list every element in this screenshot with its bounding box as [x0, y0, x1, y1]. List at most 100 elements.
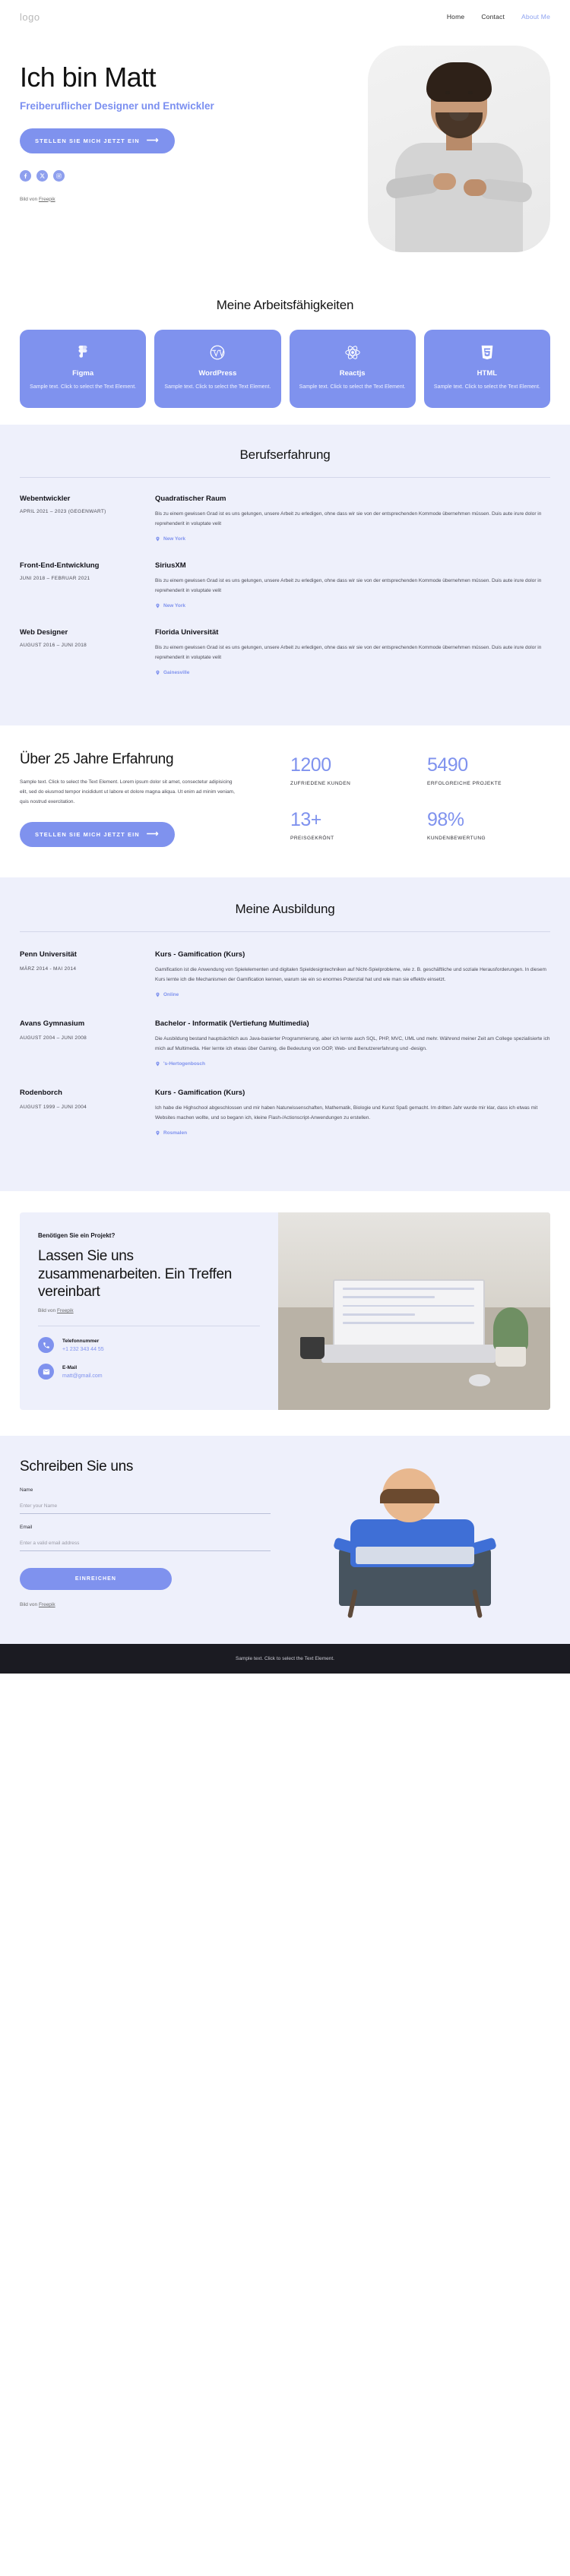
cta-card: Benötigen Sie ein Projekt? Lassen Sie un… [20, 1212, 550, 1411]
hire-me-button-secondary[interactable]: STELLEN SIE MICH JETZT EIN ⟶ [20, 821, 175, 847]
contact-email-value: matt@gmail.com [62, 1373, 103, 1379]
experience-role: Front-End-Entwicklung [20, 561, 100, 570]
name-label: Name [20, 1487, 33, 1493]
education-location: Online [155, 991, 550, 998]
education-course: Bachelor - Informatik (Vertiefung Multim… [155, 1019, 309, 1028]
skill-name: Reactjs [339, 369, 366, 378]
experience-item: Webentwickler APRIL 2021 – 2023 (GEGENWA… [20, 495, 550, 542]
contact-phone-value: +1 232 343 44 55 [62, 1346, 104, 1352]
experience-title: Berufserfahrung [239, 447, 331, 462]
stat-item: 1200 ZUFRIEDENE KUNDEN [290, 754, 413, 792]
stat-label: KUNDENBEWERTUNG [427, 835, 486, 841]
experience-item: Front-End-Entwicklung JUNI 2018 – FEBRUA… [20, 561, 550, 609]
experience-location: New York [155, 536, 550, 542]
nav-item-about-me[interactable]: About Me [521, 13, 550, 21]
form-credit-link[interactable]: Freepik [39, 1602, 55, 1607]
form-credit-prefix: Bild von [20, 1602, 39, 1608]
stats-section: Über 25 Jahre Erfahrung Sample text. Cli… [0, 725, 570, 877]
education-course: Kurs - Gamification (Kurs) [155, 1088, 245, 1097]
education-item: Penn Universität MÄRZ 2014 - MAI 2014 Ku… [20, 950, 550, 998]
nav-item-contact[interactable]: Contact [481, 13, 505, 21]
name-input[interactable] [20, 1500, 271, 1515]
hire-me-button[interactable]: STELLEN SIE MICH JETZT EIN ⟶ [20, 128, 175, 153]
skill-name: HTML [477, 369, 498, 378]
wordpress-icon [163, 343, 271, 362]
skills-section: Meine Arbeitsfähigkeiten Figma Sample te… [0, 272, 570, 425]
education-school: Penn Universität [20, 950, 77, 959]
skill-card-reactjs[interactable]: Reactjs Sample text. Click to select the… [289, 330, 416, 408]
cta-title: Lassen Sie uns zusammenarbeiten. Ein Tre… [38, 1247, 232, 1301]
main-nav: Home Contact About Me [447, 13, 550, 21]
education-item: Avans Gymnasium AUGUST 2004 – JUNI 2008 … [20, 1019, 550, 1067]
submit-button[interactable]: EINREICHEN [20, 1568, 172, 1591]
form-image-credit: Bild von Freepik [20, 1602, 271, 1607]
arrow-right-icon: ⟶ [146, 135, 160, 145]
contact-email[interactable]: E-Mail matt@gmail.com [38, 1364, 260, 1380]
x-twitter-icon[interactable] [36, 169, 48, 182]
education-title: Meine Ausbildung [235, 901, 335, 916]
stat-label: ZUFRIEDENE KUNDEN [290, 780, 351, 786]
education-description: Ich habe die Highschool abgeschlossen un… [155, 1105, 538, 1120]
instagram-icon[interactable] [53, 169, 65, 182]
location-pin-icon [156, 992, 160, 997]
skills-grid: Figma Sample text. Click to select the T… [20, 330, 550, 408]
stats-intro: Über 25 Jahre Erfahrung Sample text. Cli… [20, 751, 271, 847]
figma-icon [29, 343, 137, 362]
cta-content: Benötigen Sie ein Projekt? Lassen Sie un… [20, 1212, 278, 1410]
skill-card-wordpress[interactable]: WordPress Sample text. Click to select t… [154, 330, 281, 408]
skill-card-figma[interactable]: Figma Sample text. Click to select the T… [20, 330, 147, 408]
experience-location: New York [155, 602, 550, 609]
experience-location: Gainesville [155, 669, 550, 676]
education-item: Rodenborch AUGUST 1999 – JUNI 2004 Kurs … [20, 1089, 550, 1136]
experience-company: SiriusXM [155, 561, 186, 570]
hero-credit-link[interactable]: Freepik [39, 197, 55, 202]
cta-image [278, 1212, 550, 1411]
hero-image-credit: Bild von Freepik [20, 197, 301, 202]
facebook-icon[interactable] [20, 169, 31, 182]
hero-subtitle: Freiberuflicher Designer und Entwickler [20, 100, 214, 112]
stat-value: 1200 [290, 754, 331, 776]
experience-dates: APRIL 2021 – 2023 (GEGENWART) [20, 508, 106, 514]
arrow-right-icon: ⟶ [146, 829, 160, 839]
experience-description: Bis zu einem gewissen Grad ist es uns ge… [155, 577, 542, 593]
stat-label: ERFOLGREICHE PROJEKTE [427, 780, 502, 786]
experience-item: Web Designer AUGUST 2016 – JUNI 2018 Flo… [20, 628, 550, 676]
social-links [20, 169, 301, 182]
nav-item-home[interactable]: Home [447, 13, 464, 21]
field-name: Name [20, 1487, 271, 1515]
email-input[interactable] [20, 1537, 271, 1552]
divider [20, 476, 550, 478]
education-location-label: Rosmalen [163, 1130, 188, 1136]
experience-location-label: New York [163, 536, 186, 542]
stat-value: 98% [427, 808, 464, 830]
experience-dates: AUGUST 2016 – JUNI 2018 [20, 642, 87, 648]
react-icon [299, 343, 407, 362]
location-pin-icon [156, 603, 160, 608]
hero-section: Ich bin Matt Freiberuflicher Designer un… [0, 33, 570, 272]
logo[interactable]: logo [20, 11, 40, 23]
stats-heading: Über 25 Jahre Erfahrung [20, 751, 174, 767]
education-description: Die Ausbildung bestand hauptsächlich aus… [155, 1035, 550, 1051]
experience-role: Web Designer [20, 627, 68, 637]
portrait-figure [368, 46, 550, 252]
stat-value: 5490 [427, 754, 468, 776]
site-header: logo Home Contact About Me [0, 0, 570, 33]
cta-credit-link[interactable]: Freepik [57, 1308, 74, 1313]
stat-item: 13+ PREISGEKRÖNT [290, 810, 413, 847]
education-description: Gamification ist die Anwendung von Spiel… [155, 966, 546, 982]
stat-item: 5490 ERFOLGREICHE PROJEKTE [427, 754, 550, 792]
skill-desc: Sample text. Click to select the Text El… [164, 384, 271, 390]
skill-card-html[interactable]: HTML Sample text. Click to select the Te… [423, 330, 550, 408]
experience-company: Florida Universität [155, 627, 219, 637]
location-pin-icon [156, 536, 160, 542]
field-email: Email [20, 1525, 271, 1552]
experience-company: Quadratischer Raum [155, 494, 226, 503]
skills-title: Meine Arbeitsfähigkeiten [216, 298, 354, 312]
hero-image-wrap [301, 33, 550, 252]
contact-phone[interactable]: Telefonnummer +1 232 343 44 55 [38, 1337, 260, 1354]
cta-image-credit: Bild von Freepik [38, 1308, 260, 1313]
education-dates: AUGUST 2004 – JUNI 2008 [20, 1035, 87, 1041]
experience-location-label: New York [163, 602, 186, 608]
hero-credit-prefix: Bild von [20, 196, 39, 202]
education-dates: MÄRZ 2014 - MAI 2014 [20, 966, 77, 972]
